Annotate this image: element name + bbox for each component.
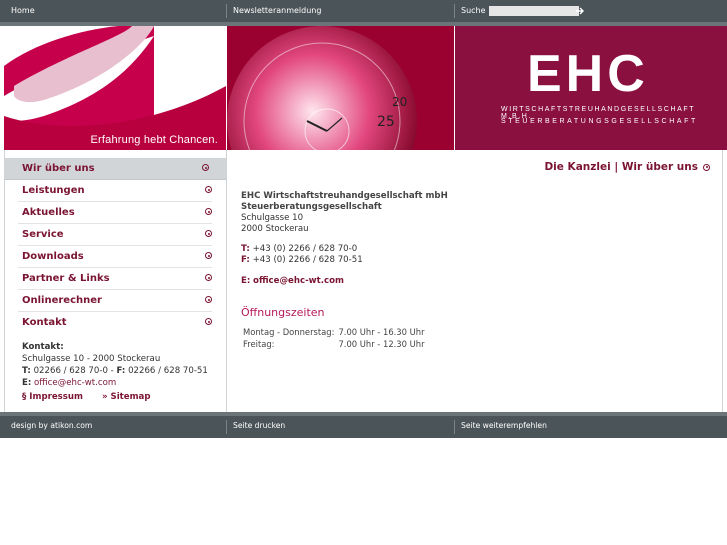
divider [226, 4, 227, 18]
sidebar-item-leistungen[interactable]: Leistungen [18, 180, 212, 202]
email-link[interactable]: office@ehc-wt.com [253, 276, 344, 286]
search-label: Suche [461, 6, 486, 15]
sidebar-item-label: Aktuelles [22, 207, 75, 218]
banner-logo-area: EHC WIRTSCHAFTSTREUHANDGESELLSCHAFT M.B.… [455, 26, 727, 150]
email-label: E: [241, 276, 251, 286]
divider [454, 420, 455, 434]
search-submit-arrow-icon[interactable] [574, 5, 586, 17]
circle-bullet-icon [205, 252, 212, 259]
sidebar-item-aktuelles[interactable]: Aktuelles [18, 202, 212, 224]
main-content: Die Kanzlei | Wir über uns EHC Wirtschaf… [227, 150, 722, 412]
breadcrumb: Die Kanzlei | Wir über uns [544, 161, 710, 173]
impressum-link[interactable]: § Impressum [22, 392, 83, 402]
svg-text:25: 25 [377, 114, 395, 130]
circle-bullet-icon [205, 208, 212, 215]
fax-value: 02266 / 628 70-51 [128, 366, 208, 376]
street: Schulgasse 10 [241, 213, 304, 223]
city: 2000 Stockerau [241, 224, 309, 234]
circle-bullet-icon [205, 230, 212, 237]
company-logo: EHC [527, 45, 649, 103]
phone-value: +43 (0) 2266 / 628 70-0 [252, 244, 358, 254]
email-label: E: [22, 378, 32, 388]
circle-bullet-icon [205, 186, 212, 193]
stopwatch-icon: 25 20 [227, 26, 454, 150]
circle-bullet-icon [202, 164, 209, 171]
hours-day: Montag - Donnerstag: [243, 327, 335, 337]
sidebar-item-label: Downloads [22, 251, 84, 262]
circle-bullet-icon [205, 318, 212, 325]
company-name: EHC Wirtschaftstreuhandgesellschaft mbH [241, 191, 448, 201]
divider [226, 420, 227, 434]
search-input[interactable] [489, 6, 579, 16]
company-subtitle: Steuerberatungsgesellschaft [241, 202, 382, 212]
circle-bullet-icon [703, 163, 710, 171]
phone-label: T: [22, 366, 31, 376]
contact-heading: Kontakt: [22, 342, 64, 352]
recommend-page-link[interactable]: Seite weiterempfehlen [461, 416, 547, 438]
sidebar-item-downloads[interactable]: Downloads [18, 246, 212, 268]
svg-text:20: 20 [392, 95, 407, 109]
top-navigation-bar: Home Newsletteranmeldung Suche [0, 0, 727, 22]
sidebar-item-onlinerechner[interactable]: Onlinerechner [18, 290, 212, 312]
sidebar-item-label: Wir über uns [22, 163, 95, 174]
newsletter-link[interactable]: Newsletteranmeldung [233, 0, 321, 22]
circle-bullet-icon [205, 274, 212, 281]
fax-label: F: [116, 366, 126, 376]
sidebar: Wir über uns Leistungen Aktuelles Servic… [4, 150, 227, 412]
sidebar-item-partner-links[interactable]: Partner & Links [18, 268, 212, 290]
table-row: Freitag: 7.00 Uhr - 12.30 Uhr [243, 338, 429, 350]
sidebar-navigation: Wir über uns Leistungen Aktuelles Servic… [4, 158, 226, 333]
banner-stopwatch-image: 25 20 [227, 26, 454, 150]
opening-hours-title: Öffnungszeiten [241, 306, 325, 319]
hours-day: Freitag: [243, 339, 275, 349]
email-link[interactable]: office@ehc-wt.com [34, 378, 116, 388]
sidebar-item-wir-ueber-uns[interactable]: Wir über uns [4, 158, 226, 180]
sidebar-item-label: Partner & Links [22, 273, 110, 284]
divider [454, 4, 455, 18]
circle-bullet-icon [205, 296, 212, 303]
phone-label: T: [241, 244, 250, 254]
tagline: Erfahrung hebt Chancen. [90, 134, 218, 146]
decorative-swoosh-icon [4, 26, 226, 150]
divider [722, 150, 723, 412]
table-row: Montag - Donnerstag: 7.00 Uhr - 16.30 Uh… [243, 326, 429, 338]
sidebar-item-service[interactable]: Service [18, 224, 212, 246]
sidebar-item-label: Service [22, 229, 64, 240]
print-page-link[interactable]: Seite drucken [233, 416, 285, 438]
phone-value: 02266 / 628 70-0 - [33, 366, 114, 376]
fax-label: F: [241, 255, 250, 265]
breadcrumb-text[interactable]: Die Kanzlei | Wir über uns [544, 161, 698, 173]
contact-address: Schulgasse 10 - 2000 Stockerau [22, 354, 161, 364]
sidebar-contact-block: Kontakt: Schulgasse 10 - 2000 Stockerau … [22, 341, 208, 389]
sidebar-item-label: Kontakt [22, 317, 67, 328]
banner-left-graphic: Erfahrung hebt Chancen. [4, 26, 226, 150]
design-credit-link[interactable]: design by atikon.com [11, 416, 92, 438]
opening-hours-table: Montag - Donnerstag: 7.00 Uhr - 16.30 Uh… [243, 326, 429, 350]
fax-value: +43 (0) 2266 / 628 70-51 [252, 255, 363, 265]
hours-time: 7.00 Uhr - 12.30 Uhr [338, 339, 425, 349]
home-link[interactable]: Home [11, 0, 35, 22]
sidebar-item-label: Onlinerechner [22, 295, 102, 306]
sitemap-link[interactable]: » Sitemap [102, 392, 151, 402]
company-details: EHC Wirtschaftstreuhandgesellschaft mbH … [241, 191, 448, 287]
logo-subtitle: STEUERBERATUNGSGESELLSCHAFT [501, 118, 698, 125]
sidebar-item-label: Leistungen [22, 185, 85, 196]
hours-time: 7.00 Uhr - 16.30 Uhr [338, 327, 425, 337]
footer-bar: design by atikon.com Seite drucken Seite… [0, 416, 727, 438]
sidebar-footer-links: § Impressum » Sitemap [22, 392, 167, 402]
sidebar-item-kontakt[interactable]: Kontakt [18, 312, 212, 333]
